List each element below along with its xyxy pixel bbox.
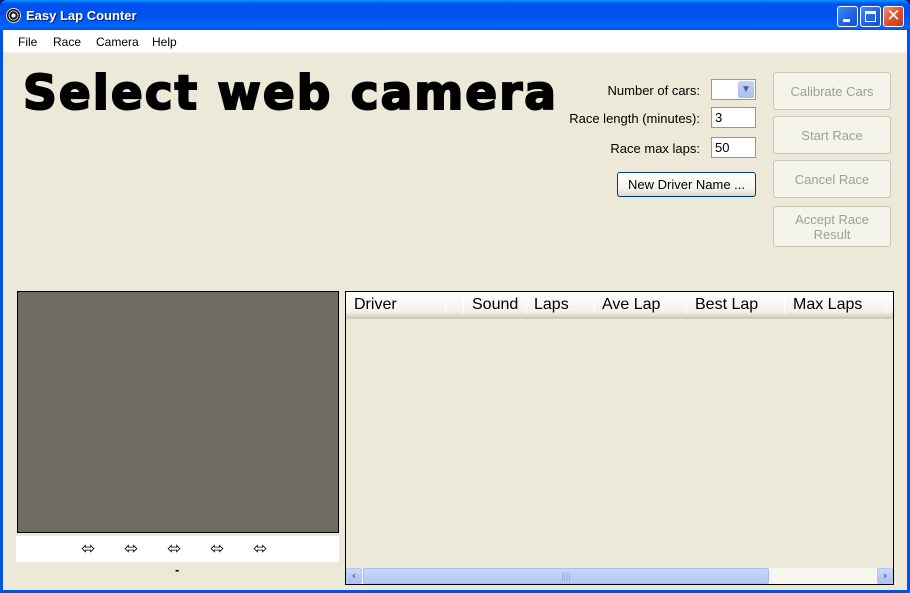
race-length-label: Race length (minutes):: [569, 111, 700, 126]
accept-race-result-button[interactable]: Accept Race Result: [773, 206, 891, 247]
status-heading: Select web camera: [22, 65, 559, 122]
app-window: Easy Lap Counter ✕ File Race Camera Help…: [0, 0, 910, 593]
menu-file[interactable]: File: [18, 35, 37, 49]
window-title: Easy Lap Counter: [26, 8, 137, 23]
film-reel-icon[interactable]: [6, 8, 21, 23]
column-header-laps[interactable]: Laps: [526, 292, 594, 317]
cancel-race-button[interactable]: Cancel Race: [773, 160, 891, 198]
maximize-icon: [865, 11, 876, 22]
menu-bar: File Race Camera Help: [3, 30, 907, 53]
minimize-icon: [843, 19, 850, 22]
menu-help[interactable]: Help: [152, 35, 177, 49]
column-separator[interactable]: [886, 296, 887, 314]
accept-race-label-line2: Result: [813, 226, 851, 242]
table-header: Driver Sound Laps Ave Lap Best Lap Max L…: [346, 292, 893, 319]
maximize-button[interactable]: [860, 6, 881, 27]
menu-camera[interactable]: Camera: [96, 35, 139, 49]
left-right-arrow-icon[interactable]: ⬄: [81, 539, 95, 559]
lane-arrow-strip: ⬄ ⬄ ⬄ ⬄ ⬄: [16, 536, 339, 562]
start-race-button[interactable]: Start Race: [773, 116, 891, 154]
column-header-driver[interactable]: Driver: [346, 292, 446, 317]
num-cars-dropdown[interactable]: ▼: [711, 79, 756, 100]
new-driver-name-button[interactable]: New Driver Name ...: [617, 172, 756, 197]
scroll-left-icon[interactable]: ‹: [346, 568, 362, 584]
column-header-sound[interactable]: Sound: [464, 292, 526, 317]
scroll-right-icon[interactable]: ›: [877, 568, 893, 584]
column-header-ave-lap[interactable]: Ave Lap: [594, 292, 687, 317]
left-right-arrow-icon[interactable]: ⬄: [210, 539, 224, 559]
results-table[interactable]: Driver Sound Laps Ave Lap Best Lap Max L…: [345, 291, 894, 585]
left-right-arrow-icon[interactable]: ⬄: [253, 539, 267, 559]
accept-race-label-line1: Accept Race: [795, 211, 869, 227]
menu-race[interactable]: Race: [53, 35, 81, 49]
column-header-blank[interactable]: [446, 292, 464, 317]
left-right-arrow-icon[interactable]: ⬄: [167, 539, 181, 559]
camera-preview: [17, 291, 339, 533]
horizontal-scrollbar[interactable]: ‹ |||| ›: [346, 568, 893, 584]
column-header-max-laps[interactable]: Max Laps: [785, 292, 887, 317]
max-laps-input[interactable]: [711, 137, 756, 158]
client-area: File Race Camera Help Select web camera …: [3, 30, 907, 590]
race-length-input[interactable]: [711, 107, 756, 128]
scrollbar-thumb[interactable]: ||||: [363, 568, 769, 584]
calibrate-cars-button[interactable]: Calibrate Cars: [773, 72, 891, 110]
max-laps-label: Race max laps:: [610, 141, 700, 156]
close-icon: ✕: [886, 6, 901, 26]
minimize-button[interactable]: [837, 6, 858, 27]
column-header-best-lap[interactable]: Best Lap: [687, 292, 785, 317]
camera-status-text: -: [175, 562, 180, 577]
chevron-down-icon[interactable]: ▼: [738, 81, 754, 98]
close-button[interactable]: ✕: [883, 6, 904, 27]
left-right-arrow-icon[interactable]: ⬄: [124, 539, 138, 559]
num-cars-label: Number of cars:: [607, 83, 700, 98]
title-bar[interactable]: Easy Lap Counter ✕: [0, 0, 910, 30]
